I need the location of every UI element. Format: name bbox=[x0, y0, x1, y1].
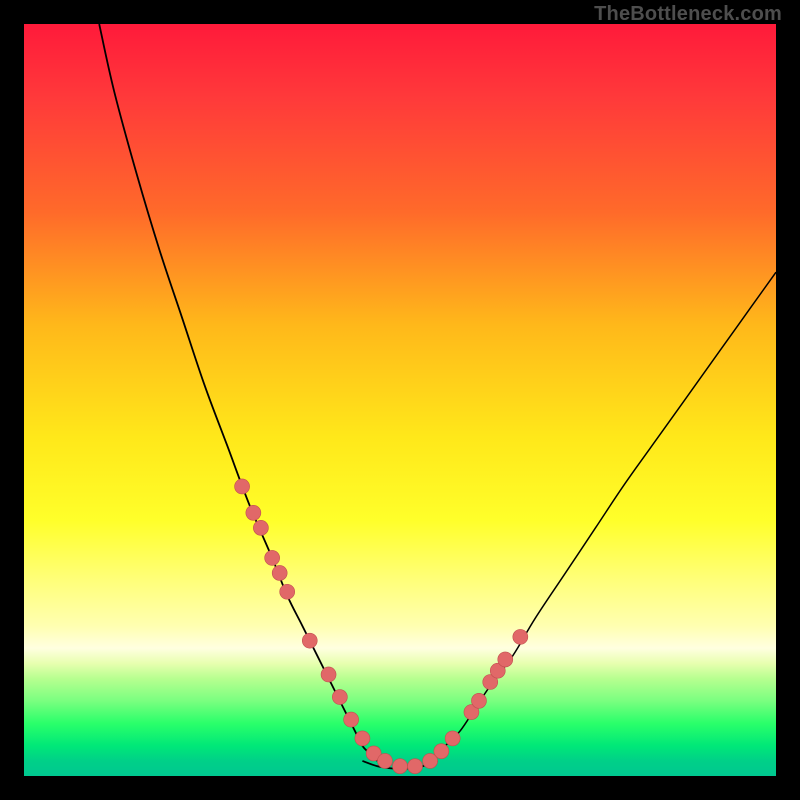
data-marker bbox=[246, 505, 261, 520]
data-marker bbox=[355, 731, 370, 746]
data-marker bbox=[302, 633, 317, 648]
chart-svg bbox=[24, 24, 776, 776]
marker-group bbox=[235, 479, 528, 774]
data-marker bbox=[344, 712, 359, 727]
data-marker bbox=[280, 584, 295, 599]
data-marker bbox=[471, 693, 486, 708]
data-marker bbox=[408, 759, 423, 774]
data-marker bbox=[377, 753, 392, 768]
data-marker bbox=[445, 731, 460, 746]
data-marker bbox=[332, 690, 347, 705]
data-marker bbox=[434, 744, 449, 759]
data-marker bbox=[253, 520, 268, 535]
data-marker bbox=[321, 667, 336, 682]
data-marker bbox=[265, 550, 280, 565]
data-marker bbox=[393, 759, 408, 774]
data-marker bbox=[498, 652, 513, 667]
left-curve bbox=[99, 24, 377, 761]
watermark-text: TheBottleneck.com bbox=[594, 3, 782, 26]
data-marker bbox=[513, 629, 528, 644]
data-marker bbox=[235, 479, 250, 494]
data-marker bbox=[272, 565, 287, 580]
right-curve bbox=[430, 272, 776, 761]
